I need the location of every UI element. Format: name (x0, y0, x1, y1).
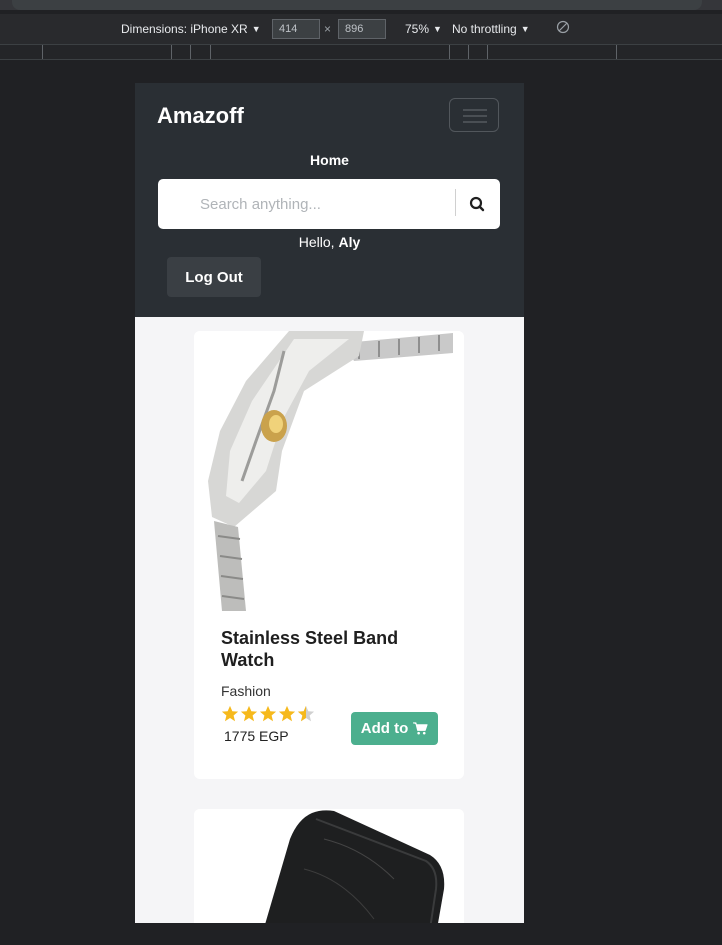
username: Aly (338, 234, 361, 250)
navbar: Amazoff Home Hello,Aly Log Out (135, 83, 524, 317)
search-input[interactable] (168, 187, 453, 221)
search-divider (455, 189, 456, 216)
product-image-wallet[interactable] (194, 809, 464, 923)
device-toolbar: Dimensions: iPhone XR ▼ 414 × 896 75% ▼ … (0, 14, 722, 45)
dimensions-dropdown[interactable]: Dimensions: iPhone XR ▼ (121, 22, 261, 36)
ruler-tick (487, 45, 488, 59)
height-input[interactable]: 896 (338, 19, 386, 39)
search-icon (469, 196, 485, 212)
hamburger-icon (463, 121, 487, 123)
media-query-ruler (0, 45, 722, 60)
product-image-watch[interactable] (194, 331, 464, 611)
rating-stars (221, 705, 315, 723)
dimensions-label: Dimensions: iPhone XR (121, 22, 248, 36)
chevron-down-icon: ▼ (251, 24, 261, 34)
zoom-label: 75% (405, 22, 430, 36)
logout-button[interactable]: Log Out (167, 257, 261, 297)
product-card: Stainless Steel Band Watch Fashion 1775 … (194, 331, 464, 779)
star-icon (221, 705, 239, 722)
user-greeting: Hello, Aly (135, 234, 524, 250)
add-to-cart-label: Add to (360, 720, 409, 737)
star-icon (240, 705, 258, 722)
throttling-dropdown[interactable]: No throttling ▼ (452, 22, 530, 36)
chevron-down-icon: ▼ (433, 24, 442, 34)
width-input[interactable]: 414 (272, 19, 320, 39)
browser-tab[interactable] (12, 0, 702, 10)
nav-link-home[interactable]: Home (135, 152, 524, 168)
times-separator: × (324, 22, 332, 36)
ruler-tick (468, 45, 469, 59)
ruler-tick (171, 45, 172, 59)
product-category: Fashion (221, 683, 271, 699)
browser-tab-strip (0, 0, 722, 10)
star-half-icon (297, 705, 315, 722)
zoom-dropdown[interactable]: 75% ▼ (405, 22, 442, 36)
hamburger-icon (463, 115, 487, 117)
add-to-cart-button[interactable]: Add to (351, 712, 438, 745)
ruler-tick (616, 45, 617, 59)
product-title[interactable]: Stainless Steel Band Watch (221, 627, 446, 671)
ruler-tick (449, 45, 450, 59)
greeting-text: Hello, (298, 234, 335, 250)
star-icon (259, 705, 277, 722)
hamburger-icon (463, 109, 487, 111)
product-price: 1775 EGP (224, 728, 289, 744)
throttling-label: No throttling (452, 22, 517, 36)
ruler-tick (42, 45, 43, 59)
cart-icon (413, 722, 428, 735)
ruler-tick (190, 45, 191, 59)
chevron-down-icon: ▼ (520, 24, 530, 34)
product-card (194, 809, 464, 923)
brand-logo[interactable]: Amazoff (157, 103, 244, 129)
search-form (158, 179, 500, 229)
ruler-tick (210, 45, 211, 59)
rotate-icon[interactable] (556, 20, 570, 34)
menu-toggle-button[interactable] (449, 98, 499, 132)
device-viewport: Amazoff Home Hello,Aly Log Out (135, 83, 524, 923)
search-button[interactable] (460, 187, 494, 221)
star-icon (278, 705, 296, 722)
